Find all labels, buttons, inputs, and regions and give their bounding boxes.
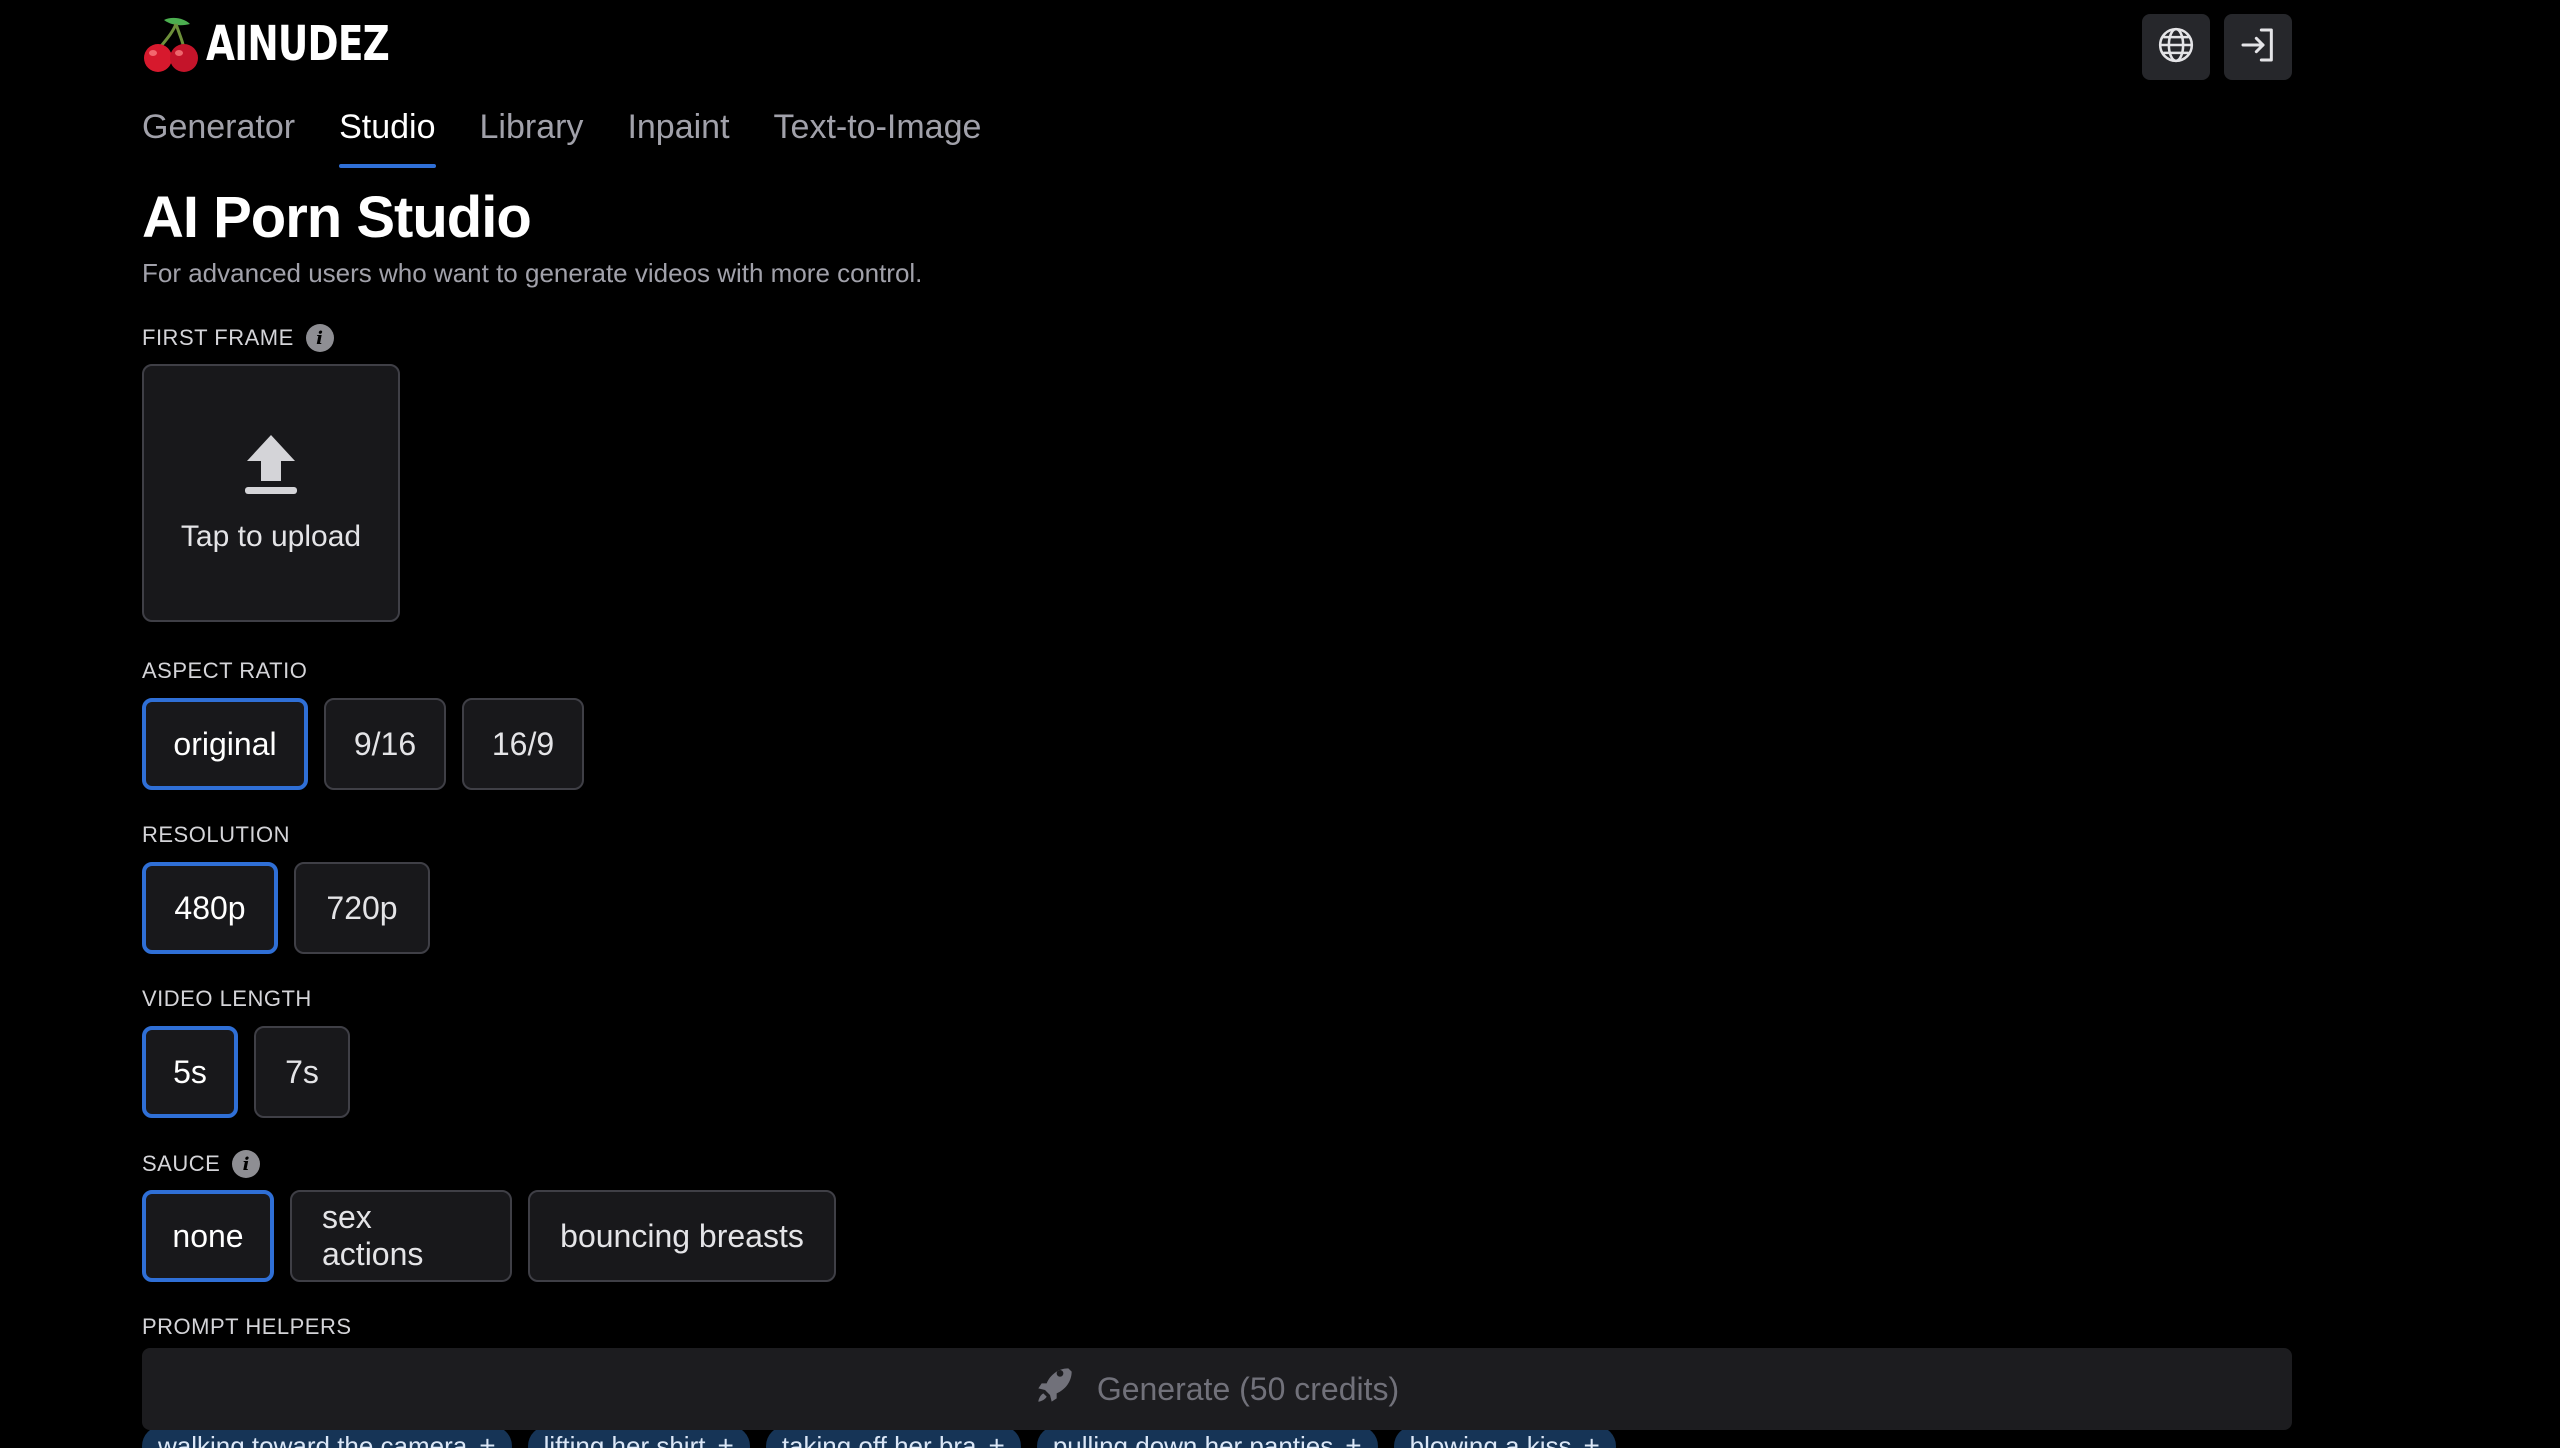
generate-label: Generate (50 credits) bbox=[1096, 1370, 1400, 1407]
page-title: AI Porn Studio bbox=[142, 185, 532, 250]
helper-chip-label: pulling down her panties bbox=[1052, 1430, 1334, 1448]
info-icon[interactable]: i bbox=[232, 1150, 261, 1178]
brand-name: AINUDEZ bbox=[206, 16, 390, 72]
tab-library[interactable]: Library bbox=[480, 108, 584, 168]
plus-icon: + bbox=[1345, 1430, 1362, 1448]
page: AINUDEZ Generator Studio Library Inpaint… bbox=[0, 0, 2560, 1448]
aspect-ratio-label: ASPECT RATIO bbox=[142, 658, 307, 684]
rocket-icon bbox=[1035, 1365, 1075, 1413]
helper-chip-label: taking off her bra bbox=[781, 1430, 977, 1448]
plus-icon: + bbox=[717, 1430, 734, 1448]
sauce-option-bouncing-breasts[interactable]: bouncing breasts bbox=[528, 1190, 836, 1282]
upload-icon bbox=[243, 433, 299, 502]
sauce-label: SAUCE i bbox=[142, 1150, 261, 1178]
resolution-options: 480p 720p bbox=[142, 862, 430, 954]
resolution-option-480p[interactable]: 480p bbox=[142, 862, 278, 954]
nav-tabs: Generator Studio Library Inpaint Text-to… bbox=[142, 108, 981, 168]
video-length-options: 5s 7s bbox=[142, 1026, 350, 1118]
plus-icon: + bbox=[479, 1430, 496, 1448]
page-subtitle: For advanced users who want to generate … bbox=[142, 258, 923, 288]
login-icon bbox=[2238, 25, 2278, 70]
main-container: AINUDEZ Generator Studio Library Inpaint… bbox=[142, 0, 2292, 1448]
login-button[interactable] bbox=[2224, 14, 2292, 80]
sauce-label-text: SAUCE bbox=[142, 1151, 221, 1176]
helper-chip-label: blowing a kiss bbox=[1409, 1430, 1572, 1448]
plus-icon: + bbox=[988, 1430, 1005, 1448]
generate-button[interactable]: Generate (50 credits) bbox=[142, 1348, 2292, 1430]
aspect-ratio-options: original 9/16 16/9 bbox=[142, 698, 584, 790]
video-length-option-5s[interactable]: 5s bbox=[142, 1026, 238, 1118]
sauce-options: none sex actions bouncing breasts bbox=[142, 1190, 836, 1282]
first-frame-label-text: FIRST FRAME bbox=[142, 325, 294, 350]
helper-chip-label: lifting her shirt bbox=[543, 1430, 706, 1448]
aspect-option-16-9[interactable]: 16/9 bbox=[462, 698, 584, 790]
aspect-option-9-16[interactable]: 9/16 bbox=[324, 698, 446, 790]
header: AINUDEZ bbox=[142, 14, 2292, 80]
tab-studio[interactable]: Studio bbox=[339, 108, 436, 168]
aspect-ratio-label-text: ASPECT RATIO bbox=[142, 658, 308, 683]
resolution-label-text: RESOLUTION bbox=[142, 822, 291, 847]
cherry-icon bbox=[142, 14, 200, 74]
tab-inpaint[interactable]: Inpaint bbox=[627, 108, 729, 168]
resolution-option-720p[interactable]: 720p bbox=[294, 862, 430, 954]
globe-icon bbox=[2157, 26, 2195, 69]
aspect-option-original[interactable]: original bbox=[142, 698, 308, 790]
prompt-helpers-label: PROMPT HELPERS bbox=[142, 1314, 352, 1340]
video-length-option-7s[interactable]: 7s bbox=[254, 1026, 350, 1118]
logo[interactable]: AINUDEZ bbox=[142, 14, 441, 74]
sauce-option-none[interactable]: none bbox=[142, 1190, 274, 1282]
plus-icon: + bbox=[1583, 1430, 1600, 1448]
video-length-label-text: VIDEO LENGTH bbox=[142, 986, 312, 1011]
upload-dropzone[interactable]: Tap to upload bbox=[142, 364, 400, 622]
prompt-helpers-label-text: PROMPT HELPERS bbox=[142, 1314, 352, 1339]
language-button[interactable] bbox=[2142, 14, 2210, 80]
helper-chip-label: walking toward the camera bbox=[158, 1430, 468, 1448]
resolution-label: RESOLUTION bbox=[142, 822, 290, 848]
tab-generator[interactable]: Generator bbox=[142, 108, 295, 168]
upload-text: Tap to upload bbox=[180, 519, 362, 553]
first-frame-label: FIRST FRAME i bbox=[142, 324, 334, 352]
info-icon[interactable]: i bbox=[305, 324, 334, 352]
tab-text-to-image[interactable]: Text-to-Image bbox=[774, 108, 982, 168]
video-length-label: VIDEO LENGTH bbox=[142, 986, 312, 1012]
sauce-option-sex-actions[interactable]: sex actions bbox=[290, 1190, 512, 1282]
